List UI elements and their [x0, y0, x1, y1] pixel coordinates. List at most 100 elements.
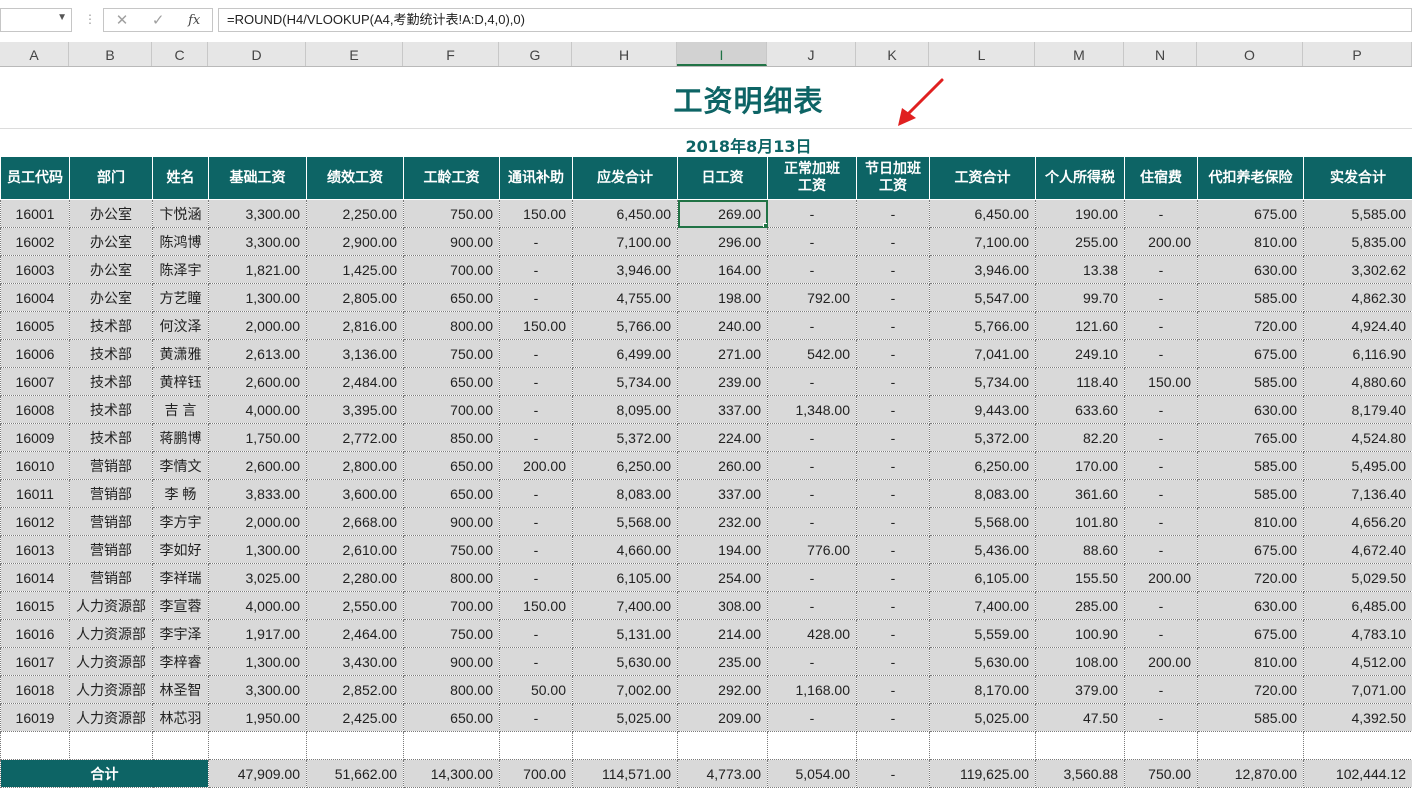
cell-l[interactable]: 8,170.00	[930, 676, 1036, 704]
column-header-e[interactable]: E	[306, 42, 403, 66]
cell-m[interactable]: 285.00	[1036, 592, 1125, 620]
cell-b[interactable]: 技术部	[70, 340, 153, 368]
cell-d[interactable]: 3,025.00	[209, 564, 307, 592]
cell-e[interactable]: 1,425.00	[307, 256, 404, 284]
cell-i[interactable]: 224.00	[678, 424, 768, 452]
cell-c[interactable]: 李如好	[153, 536, 209, 564]
column-header-g[interactable]: G	[499, 42, 572, 66]
cell-p[interactable]: 5,585.00	[1304, 200, 1412, 228]
cell-c[interactable]: 何汶泽	[153, 312, 209, 340]
cell-j[interactable]: 1,168.00	[768, 676, 857, 704]
column-header-o[interactable]: O	[1197, 42, 1303, 66]
cell-f[interactable]: 700.00	[404, 592, 500, 620]
cell-l[interactable]: 5,436.00	[930, 536, 1036, 564]
total-cell-d[interactable]: 47,909.00	[209, 760, 307, 788]
cell-k[interactable]: -	[857, 452, 930, 480]
cell-b[interactable]: 营销部	[70, 536, 153, 564]
cell-n[interactable]: -	[1125, 256, 1198, 284]
cell-i[interactable]: 296.00	[678, 228, 768, 256]
cell-f[interactable]: 750.00	[404, 620, 500, 648]
cell-m[interactable]: 255.00	[1036, 228, 1125, 256]
cell-f[interactable]: 750.00	[404, 200, 500, 228]
cell-j[interactable]: 542.00	[768, 340, 857, 368]
cell-k[interactable]: -	[857, 648, 930, 676]
total-cell-m[interactable]: 3,560.88	[1036, 760, 1125, 788]
cell-b[interactable]: 办公室	[70, 228, 153, 256]
cell-e[interactable]: 2,852.00	[307, 676, 404, 704]
cell-m[interactable]: 361.60	[1036, 480, 1125, 508]
cell-g[interactable]: 150.00	[500, 200, 573, 228]
cell-d[interactable]: 2,000.00	[209, 508, 307, 536]
cell-h[interactable]: 6,105.00	[573, 564, 678, 592]
cell-n[interactable]: -	[1125, 480, 1198, 508]
cell-f[interactable]: 800.00	[404, 676, 500, 704]
column-header-b[interactable]: B	[69, 42, 152, 66]
cell-i[interactable]: 164.00	[678, 256, 768, 284]
cell-m[interactable]: 82.20	[1036, 424, 1125, 452]
cell-o[interactable]: 675.00	[1198, 340, 1304, 368]
cell-j[interactable]: -	[768, 648, 857, 676]
header-cell[interactable]: 住宿费	[1125, 157, 1198, 200]
cell-o[interactable]: 585.00	[1198, 452, 1304, 480]
cell-j[interactable]: -	[768, 368, 857, 396]
cell-e[interactable]: 3,600.00	[307, 480, 404, 508]
empty-cell[interactable]	[1, 732, 70, 760]
cell-i[interactable]: 194.00	[678, 536, 768, 564]
cell-h[interactable]: 6,450.00	[573, 200, 678, 228]
cell-g[interactable]: 50.00	[500, 676, 573, 704]
cell-o[interactable]: 810.00	[1198, 228, 1304, 256]
cell-n[interactable]: -	[1125, 340, 1198, 368]
cell-l[interactable]: 5,568.00	[930, 508, 1036, 536]
cell-i[interactable]: 271.00	[678, 340, 768, 368]
cell-f[interactable]: 650.00	[404, 704, 500, 732]
cell-e[interactable]: 2,610.00	[307, 536, 404, 564]
cell-c[interactable]: 吉 言	[153, 396, 209, 424]
cell-j[interactable]: -	[768, 480, 857, 508]
insert-function-icon[interactable]: fx	[188, 13, 200, 28]
cell-g[interactable]: -	[500, 284, 573, 312]
cell-h[interactable]: 5,568.00	[573, 508, 678, 536]
cell-o[interactable]: 720.00	[1198, 564, 1304, 592]
cell-o[interactable]: 810.00	[1198, 508, 1304, 536]
cell-d[interactable]: 3,300.00	[209, 228, 307, 256]
cell-j[interactable]: -	[768, 452, 857, 480]
cell-p[interactable]: 4,783.10	[1304, 620, 1412, 648]
cell-e[interactable]: 2,425.00	[307, 704, 404, 732]
cell-b[interactable]: 办公室	[70, 256, 153, 284]
cell-m[interactable]: 99.70	[1036, 284, 1125, 312]
cell-o[interactable]: 720.00	[1198, 676, 1304, 704]
cell-a[interactable]: 16006	[1, 340, 70, 368]
cell-h[interactable]: 3,946.00	[573, 256, 678, 284]
cell-j[interactable]: 428.00	[768, 620, 857, 648]
cell-c[interactable]: 蒋鹏博	[153, 424, 209, 452]
cell-b[interactable]: 技术部	[70, 312, 153, 340]
cell-p[interactable]: 5,495.00	[1304, 452, 1412, 480]
cell-d[interactable]: 1,950.00	[209, 704, 307, 732]
cell-d[interactable]: 1,300.00	[209, 536, 307, 564]
cell-o[interactable]: 810.00	[1198, 648, 1304, 676]
cell-e[interactable]: 2,550.00	[307, 592, 404, 620]
column-header-p[interactable]: P	[1303, 42, 1412, 66]
cell-l[interactable]: 3,946.00	[930, 256, 1036, 284]
empty-cell[interactable]	[678, 732, 768, 760]
name-box[interactable]: ▼	[0, 8, 72, 32]
cell-a[interactable]: 16011	[1, 480, 70, 508]
cell-o[interactable]: 585.00	[1198, 368, 1304, 396]
cell-h[interactable]: 7,400.00	[573, 592, 678, 620]
cell-p[interactable]: 4,672.40	[1304, 536, 1412, 564]
cell-h[interactable]: 7,002.00	[573, 676, 678, 704]
cell-e[interactable]: 3,430.00	[307, 648, 404, 676]
cell-n[interactable]: -	[1125, 452, 1198, 480]
cell-d[interactable]: 2,613.00	[209, 340, 307, 368]
cell-b[interactable]: 营销部	[70, 564, 153, 592]
total-cell-l[interactable]: 119,625.00	[930, 760, 1036, 788]
cell-p[interactable]: 4,880.60	[1304, 368, 1412, 396]
cell-i[interactable]: 240.00	[678, 312, 768, 340]
cell-p[interactable]: 4,392.50	[1304, 704, 1412, 732]
header-cell[interactable]: 个人所得税	[1036, 157, 1125, 200]
cell-a[interactable]: 16012	[1, 508, 70, 536]
cell-c[interactable]: 林圣智	[153, 676, 209, 704]
cell-k[interactable]: -	[857, 480, 930, 508]
cell-l[interactable]: 6,250.00	[930, 452, 1036, 480]
cell-f[interactable]: 650.00	[404, 480, 500, 508]
